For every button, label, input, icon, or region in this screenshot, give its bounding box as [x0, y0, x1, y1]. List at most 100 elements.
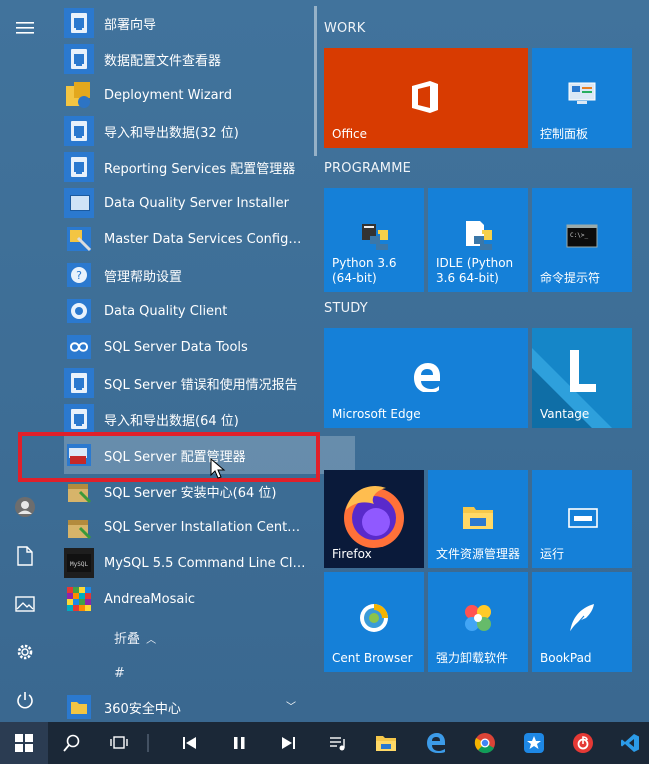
- office-icon: [412, 81, 438, 113]
- tile-label: Vantage: [540, 407, 590, 421]
- tile-file-explorer[interactable]: 文件资源管理器: [428, 470, 528, 568]
- file-explorer-icon[interactable]: [368, 722, 404, 764]
- app-item-deploy-wizard-cn[interactable]: 部署向导: [64, 6, 320, 40]
- user-avatar-icon[interactable]: [10, 492, 40, 522]
- app-item-mysql-client[interactable]: MySQL MySQL 5.5 Command Line Client: [64, 546, 320, 580]
- app-item-import-export-32[interactable]: 导入和导出数据(32 位): [64, 114, 320, 148]
- app-item-deployment-wizard[interactable]: Deployment Wizard: [64, 78, 320, 112]
- tile-microsoft-edge[interactable]: Microsoft Edge: [324, 328, 528, 428]
- documents-icon[interactable]: [10, 541, 40, 571]
- app-item-dq-server-installer[interactable]: Data Quality Server Installer: [64, 186, 320, 220]
- app-label: SQL Server Data Tools: [104, 339, 248, 355]
- app-item-help-settings[interactable]: ? 管理帮助设置: [64, 258, 320, 292]
- app-icon: [64, 116, 94, 146]
- section-header-study: STUDY: [324, 301, 368, 316]
- taskbar: [0, 722, 649, 764]
- section-header-programme: PROGRAMME: [324, 161, 412, 176]
- toolbox-icon: [64, 440, 94, 470]
- task-view-icon[interactable]: [102, 722, 138, 764]
- chrome-icon[interactable]: [467, 722, 503, 764]
- app-label: 导入和导出数据(64 位): [104, 413, 239, 429]
- tile-cent-browser[interactable]: Cent Browser: [324, 572, 424, 672]
- feather-quill-icon: [569, 604, 594, 633]
- tile-control-panel[interactable]: 控制面板: [532, 48, 632, 148]
- windows-start-icon[interactable]: [0, 722, 48, 764]
- tile-firefox[interactable]: Firefox: [324, 470, 424, 568]
- svg-text:C:\>_: C:\>_: [570, 232, 588, 239]
- settings-gear-icon[interactable]: [10, 637, 40, 667]
- app-label: 360安全中心: [104, 701, 181, 717]
- start-menu-rail: [0, 0, 50, 722]
- app-label: SQL Server 错误和使用情况报告: [104, 377, 298, 393]
- edge-icon: [414, 363, 440, 392]
- mysql-console-icon: MySQL: [64, 548, 94, 578]
- power-icon[interactable]: [10, 685, 40, 715]
- app-label: Deployment Wizard: [104, 87, 232, 103]
- search-icon[interactable]: [54, 722, 90, 764]
- installer-box-icon: [64, 512, 94, 542]
- folder-icon: [64, 692, 94, 722]
- tile-uninstaller[interactable]: 强力卸载软件: [428, 572, 528, 672]
- folder-icon: [463, 507, 493, 529]
- playlist-icon[interactable]: [320, 722, 356, 764]
- infinity-icon: [64, 332, 94, 362]
- tile-vantage[interactable]: Vantage: [532, 328, 632, 428]
- app-item-sql-install-center-cn[interactable]: SQL Server 安装中心(64 位): [64, 474, 320, 508]
- app-item-profile-viewer[interactable]: 数据配置文件查看器: [64, 42, 320, 76]
- netease-music-icon[interactable]: [565, 722, 601, 764]
- mosaic-icon: [64, 584, 94, 614]
- tile-cmd[interactable]: C:\>_ 命令提示符: [532, 188, 632, 292]
- app-icon: [64, 44, 94, 74]
- tile-bookpad[interactable]: BookPad: [532, 572, 632, 672]
- pause-icon[interactable]: [221, 722, 257, 764]
- hamburger-menu-icon[interactable]: [10, 13, 40, 43]
- tile-python36[interactable]: Python 3.6 (64-bit): [324, 188, 424, 292]
- tile-run[interactable]: 运行: [532, 470, 632, 568]
- edge-icon[interactable]: [418, 722, 454, 764]
- star-app-icon[interactable]: [516, 722, 552, 764]
- app-label: Reporting Services 配置管理器: [104, 161, 296, 177]
- app-label: Master Data Services Configurati...: [104, 231, 308, 247]
- app-item-data-quality-client[interactable]: Data Quality Client: [64, 294, 320, 328]
- app-item-error-report[interactable]: SQL Server 错误和使用情况报告: [64, 366, 320, 400]
- mouse-cursor-icon: [210, 458, 226, 479]
- dq-client-icon: [64, 296, 94, 326]
- idle-python-icon: [466, 221, 492, 250]
- folder-app-icon: [64, 80, 94, 110]
- next-track-icon[interactable]: [270, 722, 306, 764]
- vscode-icon[interactable]: [612, 722, 648, 764]
- app-item-sql-install-center-en[interactable]: SQL Server Installation Center (6...: [64, 510, 320, 544]
- installer-box-icon: [64, 476, 94, 506]
- tile-label: BookPad: [540, 651, 592, 665]
- app-item-master-data-services[interactable]: Master Data Services Configurati...: [64, 222, 320, 256]
- app-label: SQL Server Installation Center (6...: [104, 519, 308, 535]
- pictures-icon[interactable]: [10, 589, 40, 619]
- app-icon: [64, 404, 94, 434]
- app-item-360-security[interactable]: 360安全中心 ﹀: [64, 690, 320, 724]
- app-item-andreamosaic[interactable]: AndreaMosaic: [64, 582, 320, 616]
- svg-text:MySQL: MySQL: [70, 561, 88, 568]
- previous-track-icon[interactable]: [172, 722, 208, 764]
- tile-label: Firefox: [332, 547, 372, 561]
- chevron-down-icon[interactable]: ﹀: [286, 698, 296, 713]
- tile-label: Microsoft Edge: [332, 407, 421, 421]
- app-list-scrollbar[interactable]: [314, 6, 317, 156]
- app-item-sql-data-tools[interactable]: SQL Server Data Tools: [64, 330, 320, 364]
- app-icon: [64, 152, 94, 182]
- app-icon: [64, 368, 94, 398]
- collapse-group-button[interactable]: 折叠 ︿: [114, 628, 156, 647]
- group-header-hash[interactable]: #: [114, 666, 125, 681]
- app-item-sql-config-manager[interactable]: SQL Server 配置管理器: [64, 438, 320, 472]
- cent-browser-icon: [360, 604, 388, 632]
- tile-label: 文件资源管理器: [436, 547, 521, 561]
- tile-office[interactable]: Office: [324, 48, 528, 148]
- app-label: 导入和导出数据(32 位): [104, 125, 239, 141]
- tile-idle[interactable]: IDLE (Python 3.6 64-bit): [428, 188, 528, 292]
- tile-label: 命令提示符: [540, 271, 601, 285]
- app-item-reporting-services[interactable]: Reporting Services 配置管理器: [64, 150, 320, 184]
- app-label: SQL Server 安装中心(64 位): [104, 485, 277, 501]
- run-dialog-icon: [568, 508, 598, 528]
- app-icon: [64, 8, 94, 38]
- app-label: 管理帮助设置: [104, 269, 183, 285]
- app-item-import-export-64[interactable]: 导入和导出数据(64 位): [64, 402, 320, 436]
